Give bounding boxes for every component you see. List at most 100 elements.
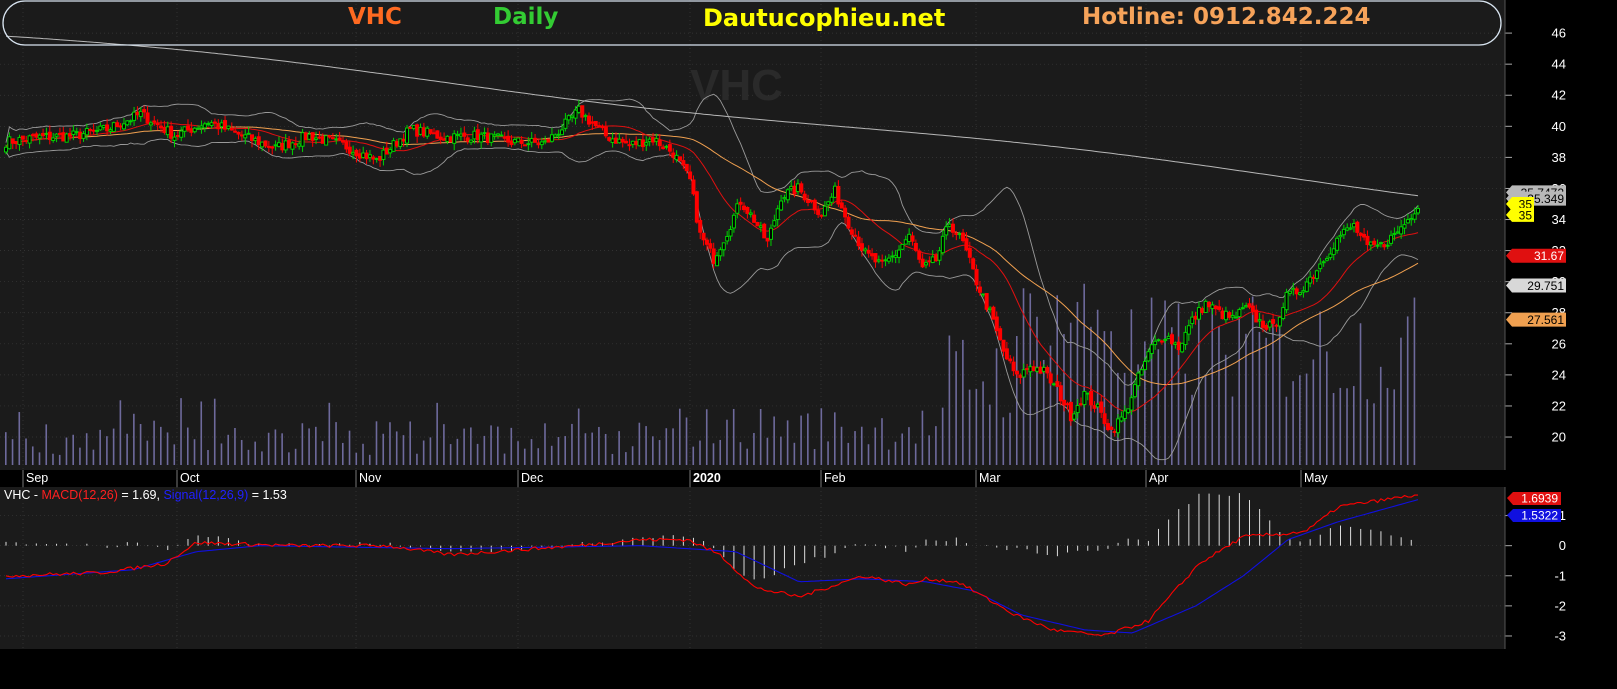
volume-bar — [1164, 300, 1166, 465]
candle-down — [586, 115, 591, 125]
candle-up — [290, 142, 295, 150]
candle-up — [664, 145, 669, 148]
candle-down — [546, 138, 551, 143]
volume-bar — [1218, 326, 1220, 465]
volume-bar — [1251, 296, 1254, 465]
candle-down — [691, 179, 696, 195]
volume-bar — [18, 412, 21, 465]
volume-bar — [827, 441, 829, 465]
candle-up — [1416, 208, 1420, 214]
candle-up — [246, 132, 251, 135]
candle-up — [1186, 325, 1191, 335]
candle-down — [1004, 348, 1009, 360]
candle-up — [721, 242, 726, 251]
candle-up — [822, 205, 827, 217]
candle-down — [1358, 232, 1363, 236]
candle-down — [462, 132, 467, 137]
candle-up — [1203, 300, 1208, 313]
candle-up — [1412, 213, 1417, 220]
candle-up — [492, 134, 497, 137]
candle-up — [1035, 367, 1040, 372]
candle-down — [475, 129, 480, 141]
price-axis-label: 42 — [1552, 88, 1566, 103]
candle-down — [431, 132, 436, 135]
volume-bar — [1157, 349, 1160, 465]
candle-up — [728, 229, 733, 237]
candle-up — [425, 127, 430, 137]
candle-down — [1382, 244, 1387, 248]
volume-bar — [1366, 399, 1369, 465]
volume-bar — [995, 348, 998, 465]
candle-up — [563, 118, 568, 129]
candle-up — [1190, 316, 1195, 325]
volume-bar — [1305, 373, 1308, 465]
candle-down — [745, 206, 750, 214]
candle-down — [1176, 341, 1181, 351]
volume-bar — [1150, 297, 1153, 465]
candle-up — [374, 157, 379, 160]
candle-up — [1314, 270, 1319, 279]
candle-down — [533, 137, 538, 143]
volume-bar — [820, 408, 823, 465]
candle-down — [364, 152, 369, 160]
candle-up — [1180, 342, 1185, 353]
volume-bar — [658, 440, 661, 465]
candle-up — [1082, 390, 1087, 406]
candle-down — [1250, 305, 1255, 312]
candle-down — [317, 136, 322, 139]
candle-up — [351, 151, 356, 155]
candle-up — [937, 250, 942, 261]
volume-bar — [867, 444, 870, 465]
candle-down — [465, 137, 470, 142]
candle-up — [1341, 228, 1346, 236]
candle-down — [78, 131, 83, 139]
candle-up — [947, 223, 952, 227]
volume-bar — [517, 441, 519, 465]
volume-bar — [807, 413, 809, 465]
candle-down — [755, 222, 760, 227]
candle-down — [870, 253, 875, 257]
candle-up — [903, 239, 908, 245]
candle-down — [1105, 423, 1110, 431]
candle-up — [883, 259, 888, 262]
volume-bar — [267, 432, 270, 465]
candle-down — [1193, 315, 1198, 320]
candle-down — [1362, 233, 1367, 238]
month-label: May — [1304, 471, 1328, 485]
candle-up — [27, 135, 32, 144]
month-label: Mar — [979, 471, 1001, 485]
candle-down — [1099, 401, 1104, 413]
volume-bar — [294, 448, 297, 465]
volume-bar — [463, 428, 465, 465]
candle-up — [1395, 231, 1400, 234]
volume-bar — [160, 426, 162, 465]
candle-up — [132, 111, 137, 121]
candle-down — [340, 140, 345, 143]
volume-bar — [584, 433, 587, 465]
candle-up — [1230, 314, 1235, 318]
volume-bar — [901, 433, 904, 465]
candle-down — [506, 135, 511, 143]
candle-down — [1271, 319, 1276, 324]
volume-bar — [261, 451, 263, 465]
macd-value-badge: 1.6939 — [1507, 492, 1561, 506]
candle-up — [334, 138, 339, 141]
macd-value-text: = 1.69, — [118, 488, 164, 502]
candle-up — [472, 130, 477, 140]
candle-up — [196, 127, 201, 130]
candle-up — [647, 138, 652, 143]
volume-bar — [780, 436, 782, 465]
candle-down — [280, 142, 285, 151]
candle-down — [522, 144, 527, 147]
candle-down — [354, 149, 359, 157]
candle-up — [276, 142, 281, 147]
candle-up — [1028, 366, 1033, 373]
volume-bar — [1379, 366, 1382, 465]
candle-up — [1132, 384, 1137, 398]
candle-down — [667, 144, 672, 152]
candle-up — [1146, 351, 1151, 362]
candle-down — [866, 249, 871, 254]
candle-down — [536, 142, 541, 146]
candle-up — [1119, 416, 1124, 422]
candle-up — [391, 140, 396, 152]
